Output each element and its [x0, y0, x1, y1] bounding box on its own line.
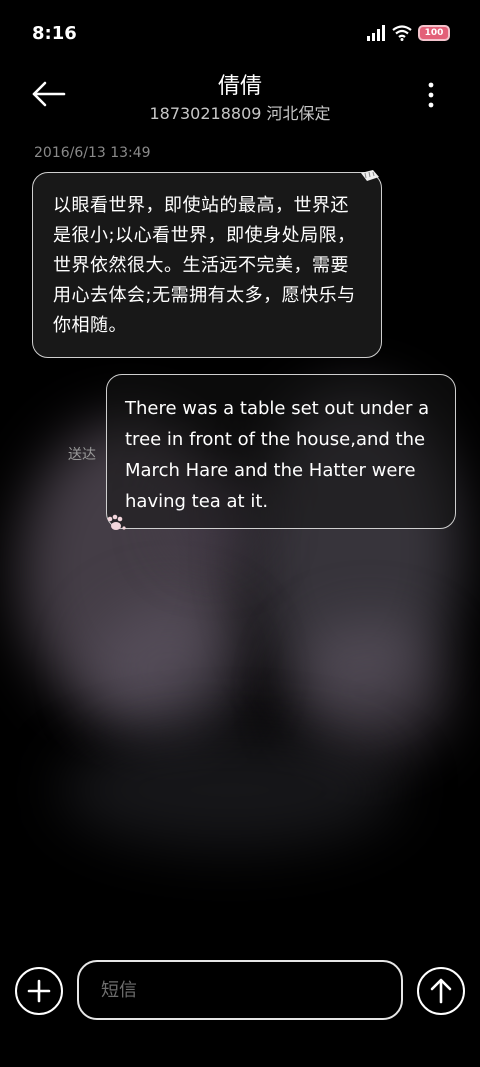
- add-attachment-button[interactable]: [15, 967, 63, 1015]
- message-input-box[interactable]: [77, 960, 403, 1020]
- status-time: 8:16: [32, 22, 77, 44]
- conversation-header: 倩倩 18730218809 河北保定: [0, 66, 480, 130]
- incoming-message-text: 以眼看世界，即使站的最高，世界还是很小;以心看世界，即使身处局限，世界依然很大。…: [53, 195, 356, 336]
- wifi-icon: [392, 25, 412, 41]
- message-input[interactable]: [79, 962, 401, 1018]
- status-bar: 8:16 100: [0, 0, 480, 66]
- paw-print-icon: [107, 514, 126, 530]
- incoming-message-bubble[interactable]: 以眼看世界，即使站的最高，世界还是很小;以心看世界，即使身处局限，世界依然很大。…: [32, 170, 382, 358]
- more-vertical-icon[interactable]: [418, 78, 444, 112]
- send-button[interactable]: [417, 967, 465, 1015]
- battery-level: 100: [424, 28, 444, 38]
- outgoing-message-text: There was a table set out under a tree i…: [125, 398, 430, 512]
- plus-icon: [27, 979, 51, 1003]
- delivery-status: 送达: [68, 447, 96, 463]
- send-arrow-up-icon: [430, 978, 452, 1004]
- status-icons: 100: [366, 25, 450, 41]
- paw-corner-icon: [361, 170, 379, 181]
- signal-icon: [367, 25, 385, 41]
- message-timestamp: 2016/6/13 13:49: [34, 145, 151, 161]
- contact-phone-location: 18730218809 河北保定: [149, 104, 331, 123]
- contact-name: 倩倩: [217, 74, 262, 99]
- message-composer: [0, 958, 480, 1022]
- battery-icon: 100: [418, 25, 450, 41]
- outgoing-message-bubble[interactable]: There was a table set out under a tree i…: [106, 374, 456, 530]
